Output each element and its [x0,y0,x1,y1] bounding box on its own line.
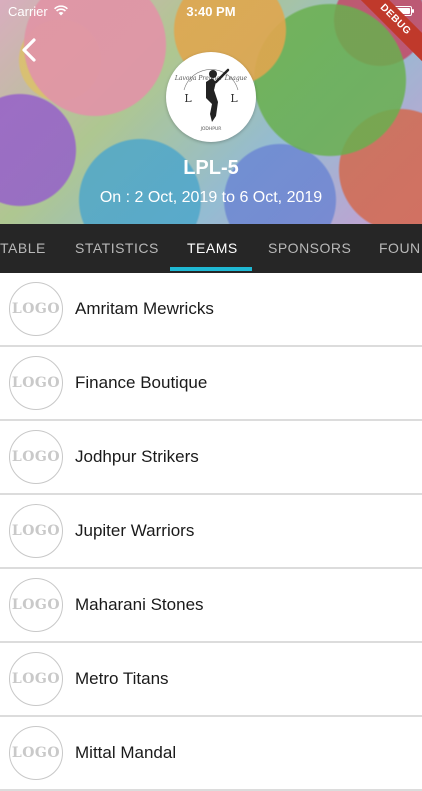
tab-bar: TABLE STATISTICS TEAMS SPONSORS FOUN [0,224,422,273]
league-title: LPL-5 [183,157,239,179]
tab-founders[interactable]: FOUN [379,224,421,273]
team-logo-placeholder: LOGO [9,578,63,632]
logo-initial-left: L [184,92,192,105]
team-logo-placeholder: LOGO [9,504,63,558]
team-name: Mittal Mandal [75,743,177,762]
team-name: Jodhpur Strikers [75,447,199,466]
team-row[interactable]: LOGO Mittal Mandal [0,717,422,791]
tab-sponsors[interactable]: SPONSORS [268,224,351,273]
team-row[interactable]: LOGO Jupiter Warriors [0,495,422,569]
team-logo-placeholder: LOGO [9,282,63,336]
logo-initial-right: L [230,92,238,105]
team-logo-placeholder: LOGO [9,430,63,484]
team-logo-placeholder: LOGO [9,356,63,410]
back-button[interactable] [14,34,46,66]
team-logo-placeholder: LOGO [9,726,63,780]
team-logo-placeholder: LOGO [9,652,63,706]
team-name: Maharani Stones [75,595,204,614]
chevron-left-icon [22,38,36,62]
team-row[interactable]: LOGO Finance Boutique [0,347,422,421]
team-name: Finance Boutique [75,373,208,392]
team-name: Amritam Mewricks [75,299,214,318]
team-list: LOGO Amritam Mewricks LOGO Finance Bouti… [0,273,422,791]
tab-teams[interactable]: TEAMS [187,224,238,273]
team-row[interactable]: LOGO Metro Titans [0,643,422,717]
team-name: Metro Titans [75,669,169,688]
team-row[interactable]: LOGO Amritam Mewricks [0,273,422,347]
team-name: Jupiter Warriors [75,521,195,540]
tab-statistics[interactable]: STATISTICS [75,224,159,273]
cricket-player-logo-icon: Lavoya Premier League L P L JODHPUR [174,68,248,132]
league-logo: Lavoya Premier League L P L JODHPUR [166,52,256,142]
team-row[interactable]: LOGO Maharani Stones [0,569,422,643]
active-tab-indicator [170,267,252,271]
team-row[interactable]: LOGO Jodhpur Strikers [0,421,422,495]
tab-table[interactable]: TABLE [0,224,46,273]
league-dates: On : 2 Oct, 2019 to 6 Oct, 2019 [99,189,323,206]
logo-bottom-text: JODHPUR [200,126,222,132]
status-bar: Carrier 3:40 PM [0,0,422,22]
status-time: 3:40 PM [186,4,236,19]
